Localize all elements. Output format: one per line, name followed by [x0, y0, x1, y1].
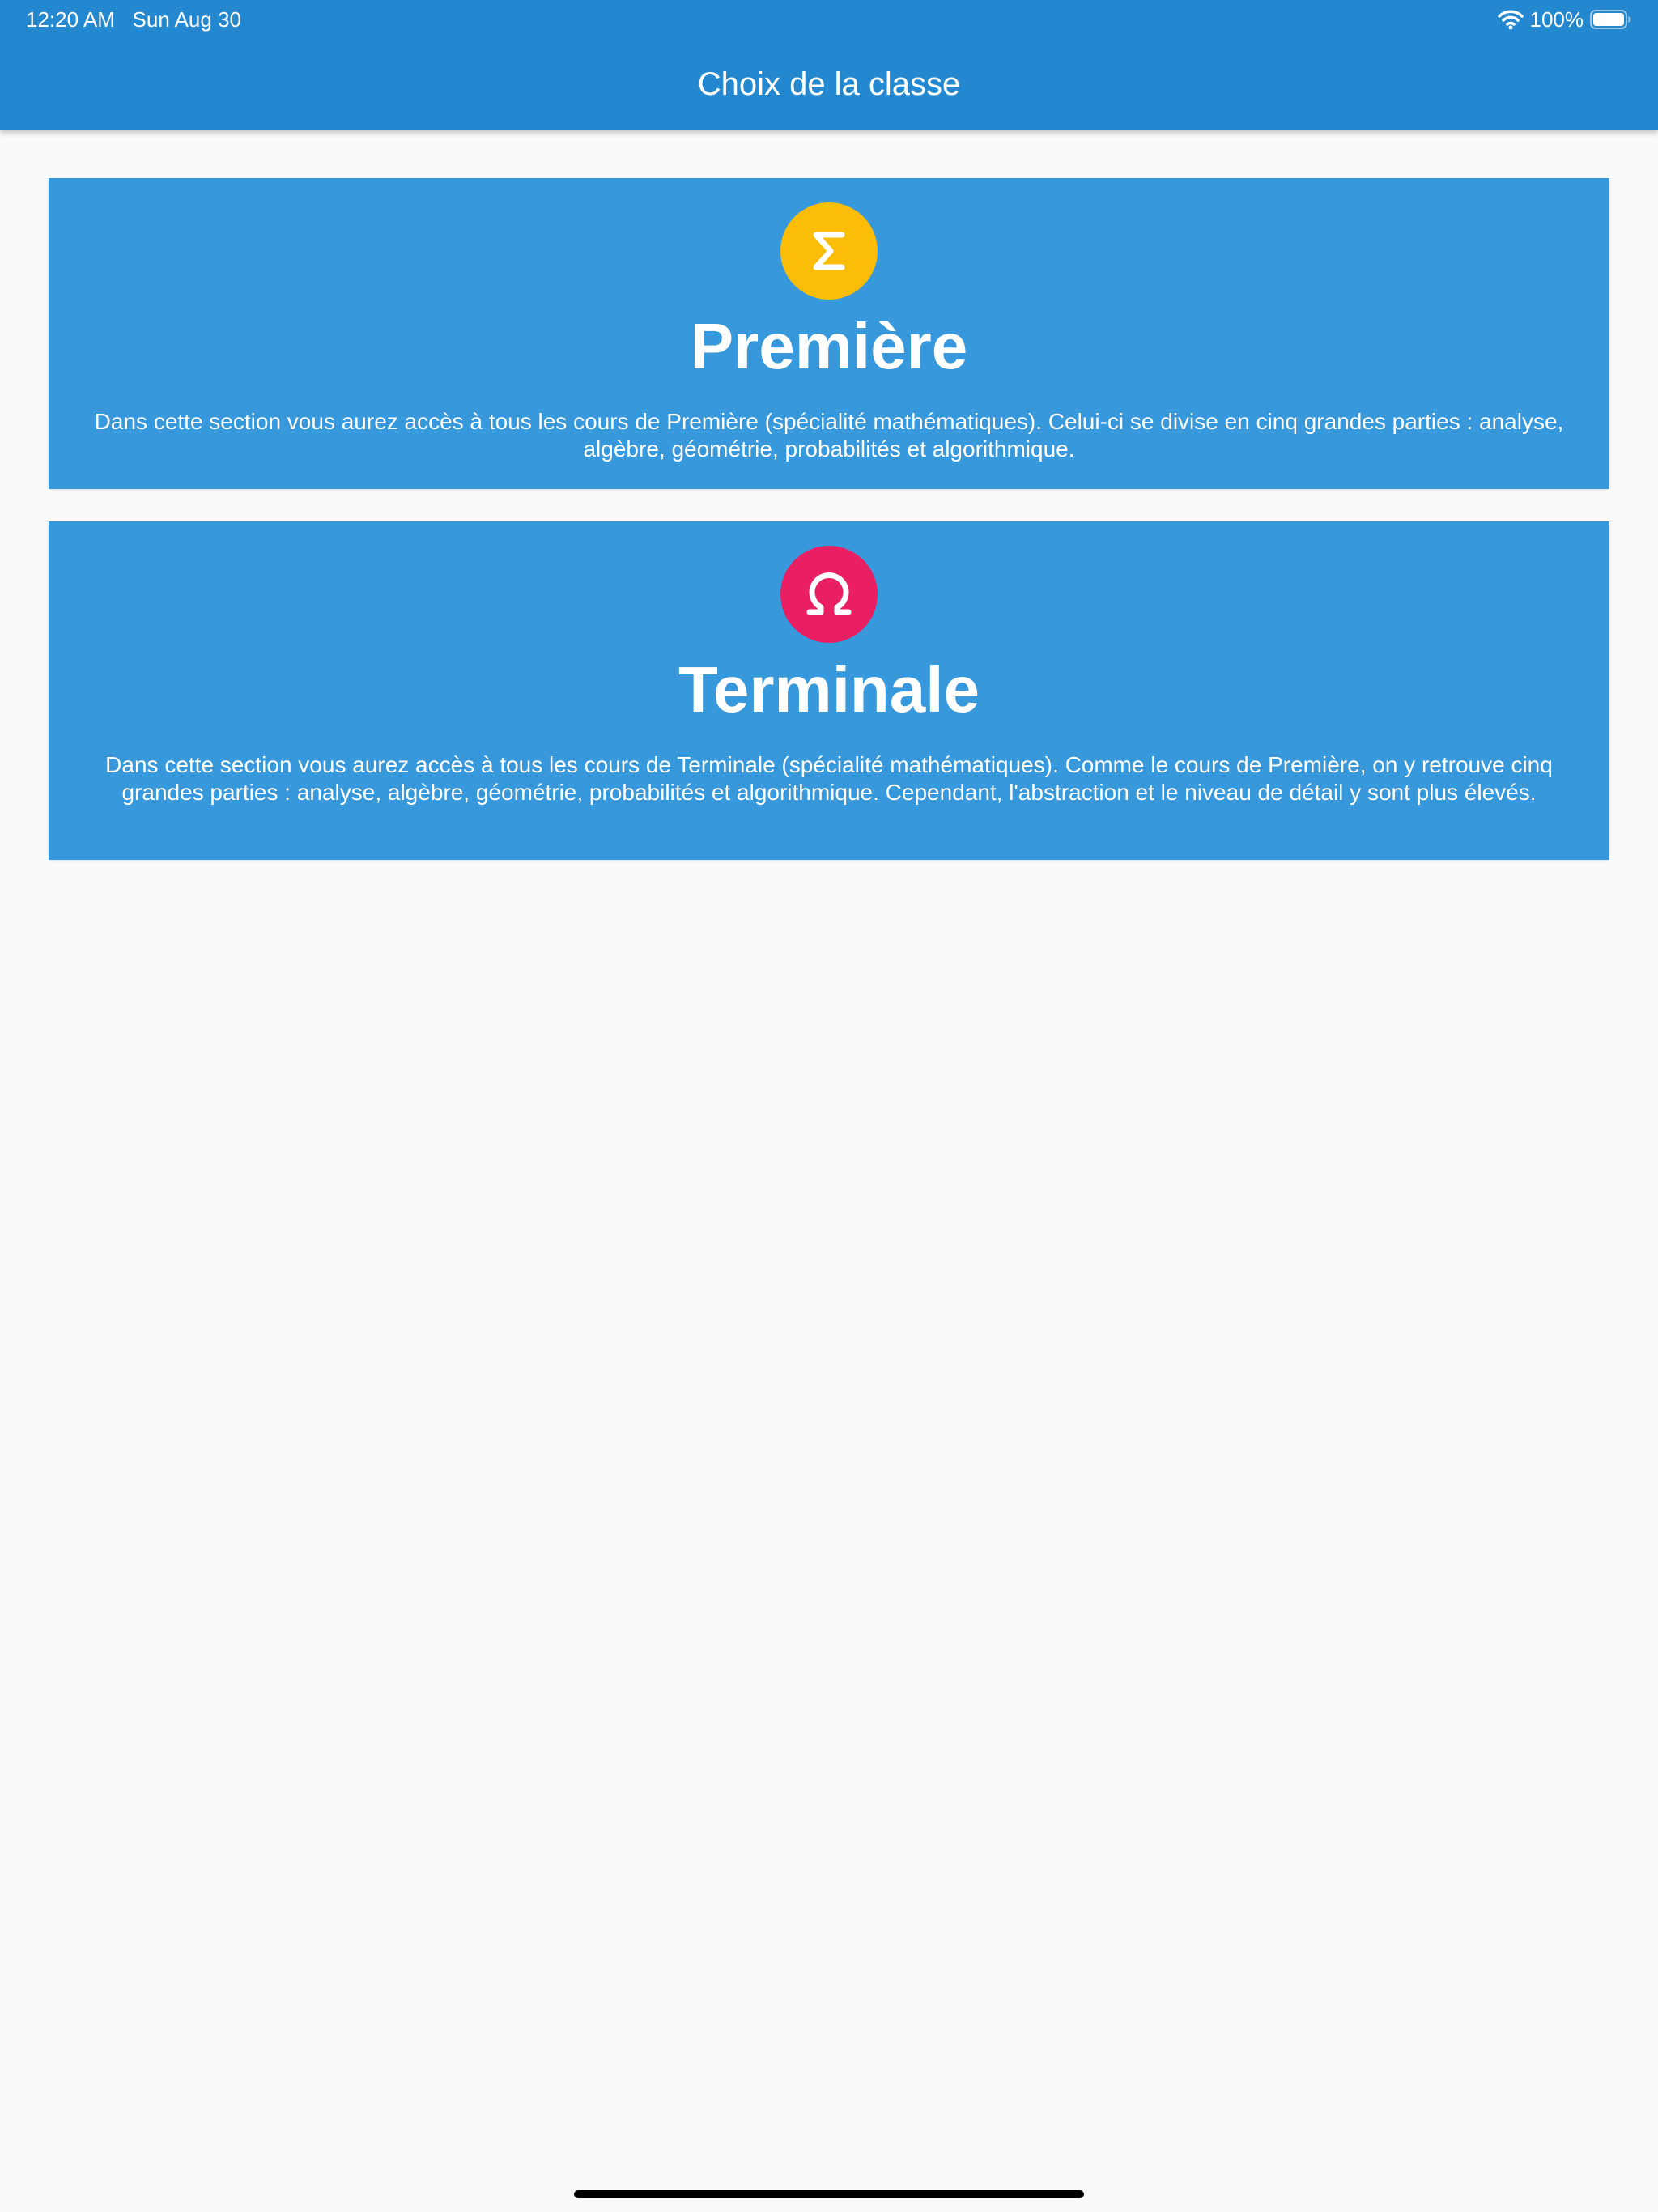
status-bar-time: 12:20 AM Sun Aug 30	[26, 6, 241, 32]
omega-icon	[780, 546, 878, 643]
class-card-terminale[interactable]: Terminale Dans cette section vous aurez …	[49, 521, 1609, 860]
sigma-icon	[780, 202, 878, 300]
card-title: Terminale	[678, 653, 980, 725]
page-title: Choix de la classe	[697, 66, 961, 102]
battery-full-icon	[1590, 10, 1631, 29]
status-date: Sun Aug 30	[132, 7, 241, 32]
class-card-premiere[interactable]: Première Dans cette section vous aurez a…	[49, 178, 1609, 489]
battery-percent: 100%	[1529, 6, 1584, 32]
status-time: 12:20 AM	[26, 7, 115, 32]
card-title: Première	[690, 310, 968, 382]
wifi-icon	[1497, 10, 1524, 30]
card-description: Dans cette section vous aurez accès à to…	[105, 752, 1553, 805]
card-description: Dans cette section vous aurez accès à to…	[94, 409, 1564, 462]
home-indicator[interactable]	[574, 2190, 1084, 2198]
app-bar: 12:20 AM Sun Aug 30 100% Choix de la cla…	[0, 0, 1658, 130]
status-bar-right: 100%	[1497, 6, 1633, 32]
